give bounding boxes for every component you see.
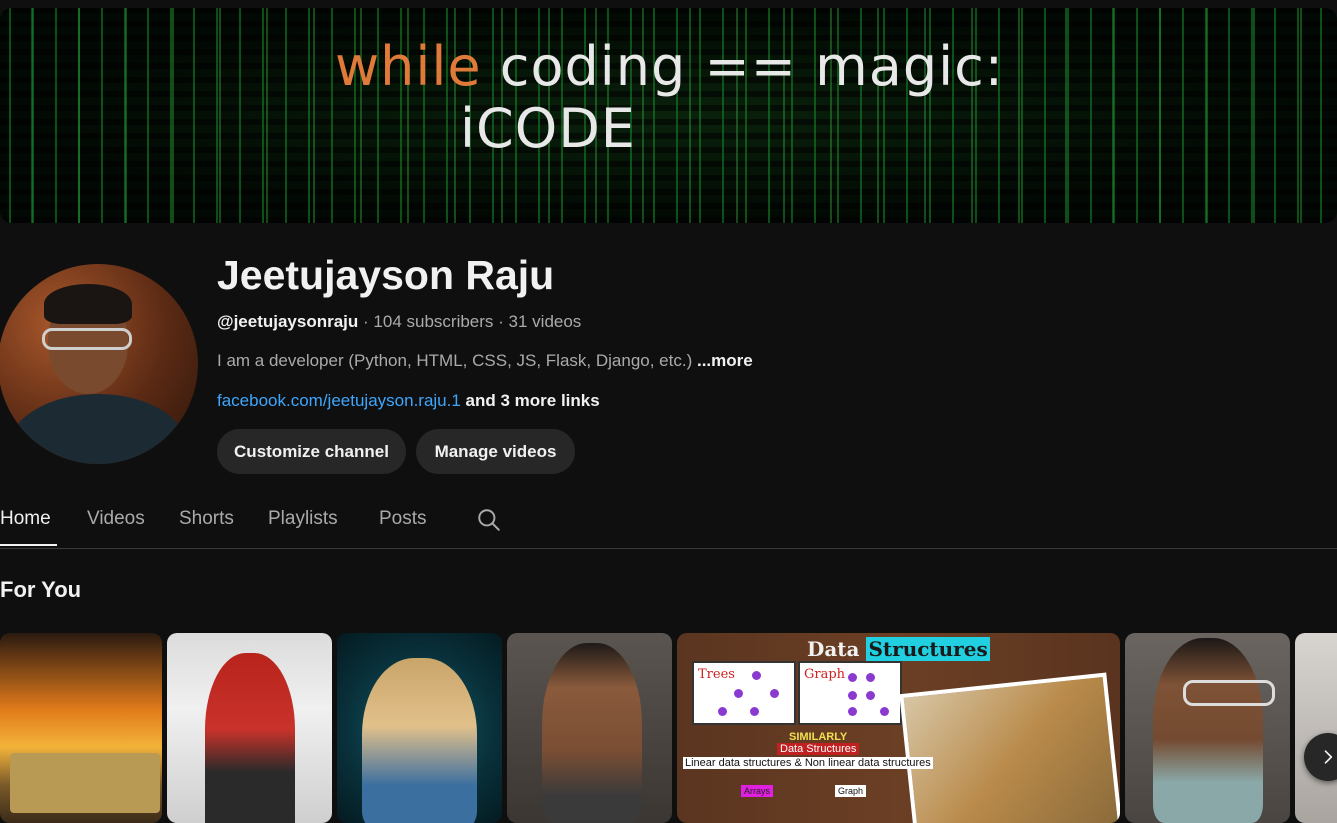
graph-node bbox=[848, 673, 857, 682]
active-tab-indicator bbox=[0, 544, 57, 546]
graph-node bbox=[866, 673, 875, 682]
arrays-tag: Arrays bbox=[741, 785, 774, 797]
thumbnail-person bbox=[362, 658, 477, 823]
channel-meta: @jeetujaysonraju · 104 subscribers · 31 … bbox=[217, 312, 581, 332]
graph-node bbox=[866, 691, 875, 700]
drawer-photo bbox=[899, 672, 1120, 823]
thumbnail-person bbox=[542, 643, 642, 823]
more-links-button[interactable]: and 3 more links bbox=[461, 391, 600, 410]
channel-name: Jeetujayson Raju bbox=[217, 252, 555, 298]
structures-caption: Linear data structures & Non linear data… bbox=[683, 757, 933, 769]
channel-description: I am a developer (Python, HTML, CSS, JS,… bbox=[217, 351, 753, 371]
tree-node bbox=[752, 671, 761, 680]
description-text: I am a developer (Python, HTML, CSS, JS,… bbox=[217, 351, 697, 370]
graph-node bbox=[848, 707, 857, 716]
avatar-hair bbox=[44, 284, 132, 324]
thumbnail-title-highlight: Structures bbox=[866, 637, 990, 661]
tree-node bbox=[770, 689, 779, 698]
subscriber-count: 104 subscribers bbox=[373, 312, 494, 331]
meta-separator: · bbox=[358, 312, 374, 331]
video-count: 31 videos bbox=[508, 312, 582, 331]
tab-videos[interactable]: Videos bbox=[87, 508, 145, 530]
thumbnail-title: Data Structures bbox=[807, 637, 990, 661]
video-thumbnail[interactable] bbox=[337, 633, 502, 823]
video-thumbnail[interactable] bbox=[1295, 633, 1337, 823]
channel-avatar[interactable] bbox=[0, 264, 198, 464]
similarly-label: SIMILARLY bbox=[789, 731, 848, 743]
banner-line1: coding == magic: bbox=[481, 35, 1004, 98]
video-thumbnail[interactable] bbox=[1125, 633, 1290, 823]
thumbnail-title-text: Data bbox=[807, 637, 867, 661]
avatar-glasses bbox=[42, 328, 132, 350]
video-thumbnail[interactable] bbox=[0, 633, 162, 823]
trees-label: Trees bbox=[698, 667, 735, 682]
tab-home[interactable]: Home bbox=[0, 508, 51, 530]
tab-playlists[interactable]: Playlists bbox=[268, 508, 338, 530]
thumbnail-person bbox=[205, 653, 295, 823]
graph-node bbox=[880, 707, 889, 716]
thumbnail-glasses bbox=[1183, 680, 1275, 706]
data-structures-label: Data Structures bbox=[777, 743, 860, 755]
banner-keyword: while bbox=[335, 35, 482, 98]
video-thumbnail[interactable] bbox=[167, 633, 332, 823]
channel-handle: @jeetujaysonraju bbox=[217, 312, 359, 331]
chevron-right-icon bbox=[1324, 750, 1333, 764]
avatar-shirt bbox=[8, 394, 188, 464]
meta-separator: · bbox=[493, 312, 509, 331]
channel-links: facebook.com/jeetujayson.raju.1 and 3 mo… bbox=[217, 391, 600, 411]
tab-shorts[interactable]: Shorts bbox=[179, 508, 234, 530]
search-icon[interactable] bbox=[476, 507, 502, 533]
more-link[interactable]: ...more bbox=[697, 351, 753, 370]
manage-videos-button[interactable]: Manage videos bbox=[416, 429, 575, 474]
money-stack-image bbox=[10, 753, 160, 813]
graph-node bbox=[848, 691, 857, 700]
channel-banner: while coding == magic: iCODE bbox=[0, 8, 1337, 223]
customize-channel-button[interactable]: Customize channel bbox=[217, 429, 406, 474]
thumbnail-person bbox=[1153, 638, 1275, 823]
banner-line2: iCODE bbox=[460, 97, 636, 160]
tree-node bbox=[718, 707, 727, 716]
tab-posts[interactable]: Posts bbox=[379, 508, 427, 530]
banner-text: while coding == magic: iCODE bbox=[335, 36, 1055, 160]
tree-node bbox=[750, 707, 759, 716]
video-thumbnail[interactable] bbox=[507, 633, 672, 823]
channel-tabs: Home Videos Shorts Playlists Posts bbox=[0, 497, 1337, 549]
tree-node bbox=[734, 689, 743, 698]
facebook-link[interactable]: facebook.com/jeetujayson.raju.1 bbox=[217, 391, 461, 410]
trees-diagram: Trees bbox=[692, 661, 796, 725]
graph-diagram: Graph bbox=[798, 661, 902, 725]
graph-label: Graph bbox=[804, 667, 846, 682]
section-title: For You bbox=[0, 577, 82, 602]
graph-tag: Graph bbox=[835, 785, 867, 797]
video-thumbnail[interactable]: Data Structures Trees Graph SIMILARLY Da… bbox=[677, 633, 1120, 823]
tabs-divider bbox=[0, 548, 1337, 549]
